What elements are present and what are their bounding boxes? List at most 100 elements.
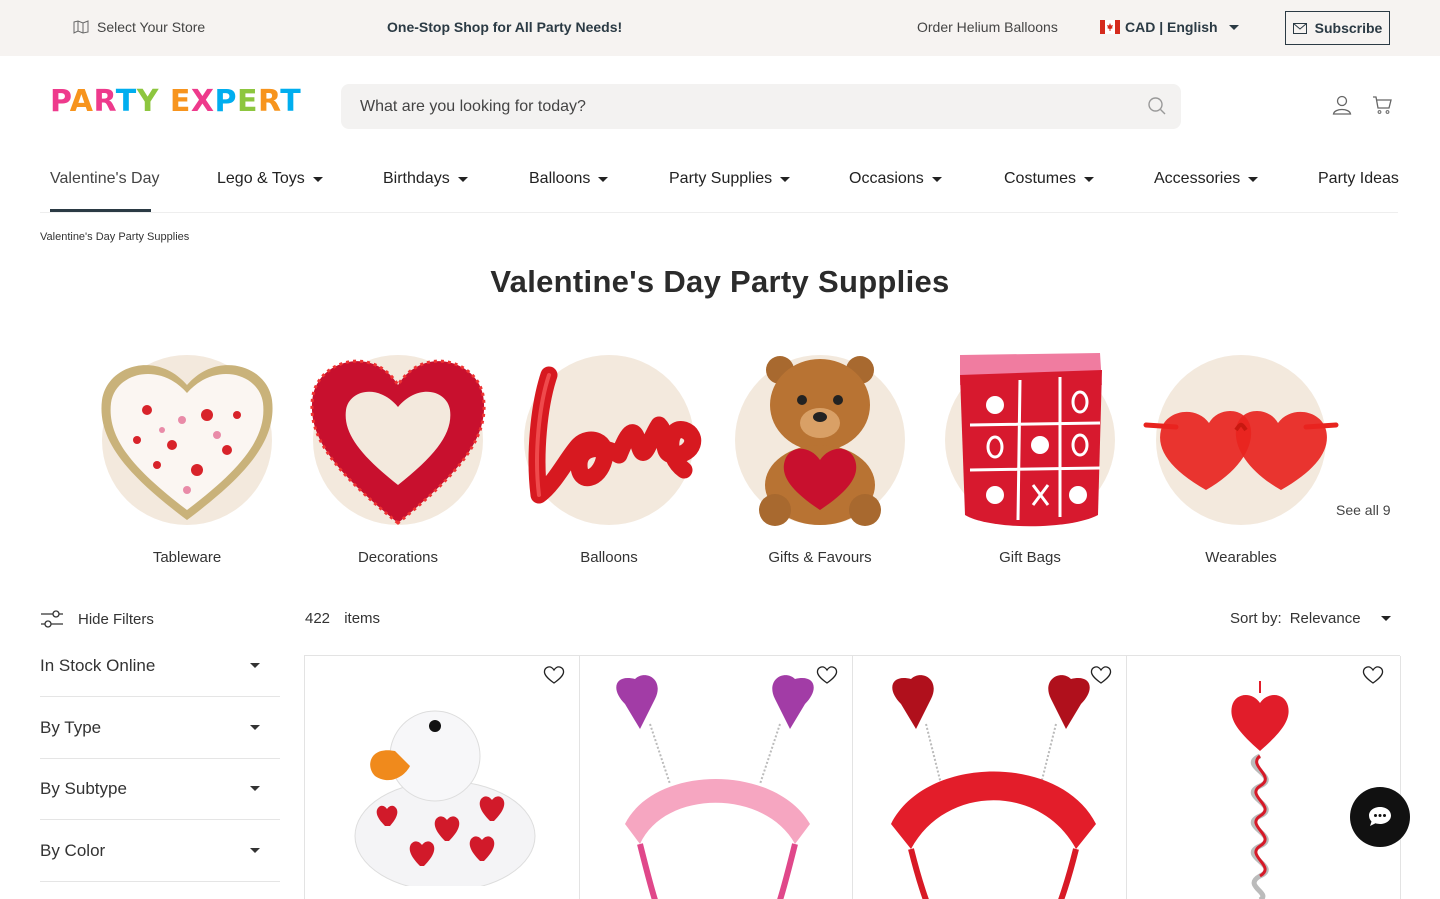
nav-accessories[interactable]: Accessories (1154, 170, 1259, 188)
nav-label: Accessories (1154, 170, 1241, 187)
sliders-icon (41, 610, 63, 628)
filter-in-stock-online[interactable]: In Stock Online (40, 635, 280, 697)
subscribe-label: Subscribe (1314, 20, 1383, 36)
promo-text: One-Stop Shop for All Party Needs! (387, 19, 623, 35)
sort-label: Sort by: (1230, 610, 1282, 627)
caret-down-icon (312, 176, 323, 182)
product-card[interactable] (853, 656, 1127, 899)
logo-letter: X (190, 84, 215, 119)
caret-down-icon (1084, 176, 1095, 182)
filter-label: By Color (40, 840, 106, 860)
order-helium-link[interactable]: Order Helium Balloons (917, 19, 1058, 35)
sort-dropdown[interactable]: Sort by: Relevance (1230, 610, 1391, 627)
nav-label: Birthdays (383, 170, 450, 187)
logo-letter: R (93, 84, 116, 119)
account-icon[interactable] (1332, 95, 1352, 115)
category-label: Wearables (1205, 549, 1277, 566)
nav-valentines-day[interactable]: Valentine's Day (50, 170, 159, 188)
gift-bag-icon (960, 353, 1102, 527)
filter-label: In Stock Online (40, 655, 156, 675)
party-expert-logo[interactable]: PARTY EXPERT (50, 84, 301, 119)
love-balloon-icon (528, 366, 702, 504)
nav-label: Lego & Toys (217, 170, 305, 187)
nav-label: Balloons (529, 170, 591, 187)
logo-letter: Y (136, 84, 159, 119)
results-count-unit: items (344, 610, 381, 627)
nav-party-ideas[interactable]: Party Ideas (1318, 170, 1399, 188)
search-icon[interactable] (1147, 96, 1167, 116)
search-input[interactable] (360, 97, 1120, 116)
nav-divider (40, 212, 1398, 213)
nav-label: Occasions (849, 170, 924, 187)
locale-selector[interactable]: CAD | English (1100, 19, 1239, 35)
chevron-down-icon (1228, 24, 1239, 30)
subscribe-button[interactable]: Subscribe (1285, 11, 1390, 45)
heart-sunglasses-icon (1143, 410, 1339, 490)
logo-letter: A (69, 84, 94, 119)
locale-label: CAD | English (1125, 19, 1218, 35)
results-count-number: 422 (305, 610, 331, 627)
category-label: Gifts & Favours (768, 549, 872, 566)
caret-down-icon (250, 663, 260, 668)
caret-down-icon (1380, 616, 1391, 621)
search-bar (341, 84, 1181, 129)
logo-letter: E (169, 84, 191, 119)
main-nav: Valentine's Day Lego & Toys Birthdays Ba… (0, 150, 1440, 212)
mail-icon (1292, 22, 1307, 34)
category-label: Gift Bags (999, 549, 1061, 566)
nav-occasions[interactable]: Occasions (849, 170, 942, 188)
category-label: Balloons (580, 549, 638, 566)
select-store-link[interactable]: Select Your Store (73, 19, 205, 35)
filter-by-type[interactable]: By Type (40, 697, 280, 759)
caret-down-icon (780, 176, 791, 182)
hide-filters-toggle[interactable]: Hide Filters (40, 610, 154, 628)
wishlist-heart-icon[interactable] (1362, 665, 1384, 685)
nav-birthdays[interactable]: Birthdays (383, 170, 468, 188)
logo-letter: R (258, 84, 281, 119)
product-card[interactable] (1127, 656, 1401, 899)
category-label: Decorations (357, 549, 439, 566)
results-count: 422 items (305, 610, 380, 627)
heart-swirl-decoration-image (1231, 681, 1289, 899)
heart-rubber-duck-image (354, 710, 536, 886)
caret-down-icon (250, 725, 260, 730)
logo-letter: T (280, 84, 302, 119)
select-store-label: Select Your Store (97, 19, 206, 35)
nav-label: Party Supplies (669, 170, 773, 187)
logo-letter: P (214, 84, 238, 119)
filter-label: By Type (40, 717, 102, 737)
breadcrumb[interactable]: Valentine's Day Party Supplies (40, 231, 189, 243)
logo-letter: P (50, 84, 70, 119)
caret-down-icon (250, 786, 260, 791)
logo-letter (159, 84, 170, 119)
category-label: Tableware (152, 549, 222, 566)
tinsel-heart-icon (310, 359, 486, 525)
filter-by-subtype[interactable]: By Subtype (40, 758, 280, 820)
top-bar: Select Your Store One-Stop Shop for All … (0, 0, 1440, 56)
nav-lego-toys[interactable]: Lego & Toys (217, 170, 323, 188)
wishlist-heart-icon[interactable] (543, 665, 565, 685)
cart-icon[interactable] (1372, 95, 1392, 115)
map-icon (73, 20, 89, 34)
product-card[interactable] (305, 656, 580, 899)
chat-button[interactable] (1350, 787, 1410, 847)
see-all-categories-link[interactable]: See all 9 (1336, 502, 1390, 518)
caret-down-icon (1248, 176, 1259, 182)
logo-letter: T (115, 84, 137, 119)
caret-down-icon (931, 176, 942, 182)
nav-label: Valentine's Day (50, 170, 160, 187)
product-card[interactable] (580, 656, 853, 899)
logo-letter: E (237, 84, 259, 119)
filter-by-color[interactable]: By Color (40, 820, 280, 882)
pink-heart-headband-image (616, 675, 814, 899)
nav-label: Party Ideas (1318, 170, 1399, 187)
chat-bubble-icon (1369, 807, 1391, 826)
caret-down-icon (457, 176, 468, 182)
teddy-bear-icon (759, 356, 881, 526)
nav-party-supplies[interactable]: Party Supplies (669, 170, 791, 188)
red-heart-headband-image (891, 675, 1096, 899)
hide-filters-label: Hide Filters (78, 610, 154, 628)
caret-down-icon (250, 848, 260, 853)
nav-balloons[interactable]: Balloons (529, 170, 609, 188)
nav-costumes[interactable]: Costumes (1004, 170, 1095, 188)
